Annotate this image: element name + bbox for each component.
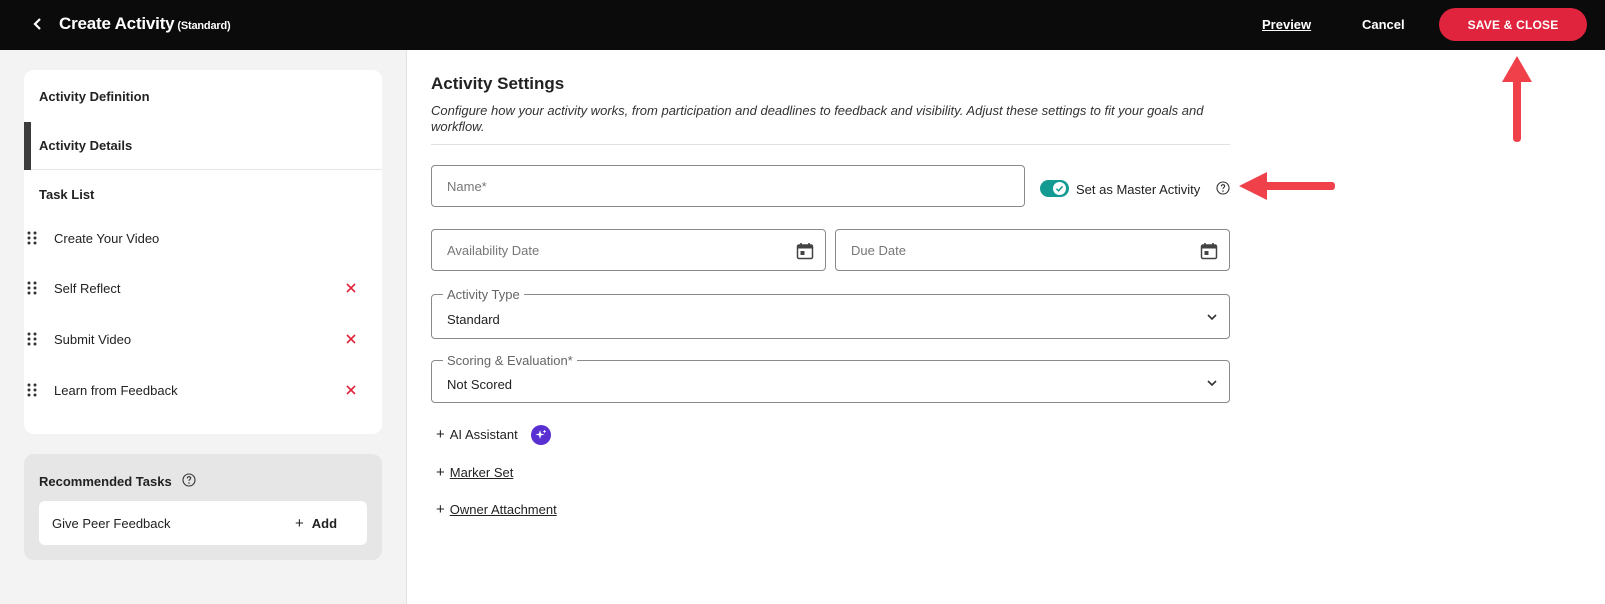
recommended-tasks-title: Recommended Tasks xyxy=(39,474,172,489)
close-icon[interactable] xyxy=(344,281,358,295)
nav-activity-definition-label: Activity Definition xyxy=(39,88,150,104)
save-and-close-button[interactable]: SAVE & CLOSE xyxy=(1439,8,1587,41)
recommended-task-item: Give Peer Feedback + Add xyxy=(39,501,367,545)
chevron-down-icon xyxy=(1207,314,1217,321)
name-placeholder: Name* xyxy=(447,179,487,194)
task-item-submit-video[interactable]: Submit Video xyxy=(24,319,382,359)
plus-icon: + xyxy=(436,464,445,481)
add-marker-set-link[interactable]: + Marker Set xyxy=(436,464,513,481)
task-item-learn-from-feedback[interactable]: Learn from Feedback xyxy=(24,370,382,410)
top-bar: Create Activity (Standard) Preview Cancel… xyxy=(0,0,1605,50)
chevron-left-icon xyxy=(33,18,41,30)
nav-activity-details-label: Activity Details xyxy=(39,138,133,153)
task-label: Learn from Feedback xyxy=(54,382,178,398)
page-title-text: Create Activity xyxy=(59,14,175,33)
sparkle-glyph xyxy=(535,429,547,439)
help-circle-icon[interactable] xyxy=(182,473,196,487)
annotation-arrow-up xyxy=(1502,56,1532,142)
name-field[interactable]: Name* xyxy=(431,165,1025,207)
activity-nav-card: Activity Definition Activity Details Tas… xyxy=(24,70,382,434)
active-indicator xyxy=(24,122,31,170)
due-date-placeholder: Due Date xyxy=(851,243,906,258)
scoring-evaluation-value: Not Scored xyxy=(447,377,513,392)
cancel-button[interactable]: Cancel xyxy=(1362,17,1405,32)
due-date-field[interactable]: Due Date xyxy=(835,229,1230,271)
plus-icon: + xyxy=(436,426,445,443)
owner-attachment-label: Owner Attachment xyxy=(449,502,557,517)
annotation-arrow-left xyxy=(1239,172,1335,200)
task-label: Self Reflect xyxy=(54,280,121,296)
activity-type-value: Standard xyxy=(447,312,500,327)
activity-type-select[interactable]: Activity Type Standard xyxy=(431,287,1230,339)
ai-assistant-label: AI Assistant xyxy=(449,427,518,442)
back-button[interactable] xyxy=(28,13,48,35)
add-recommended-task-button[interactable]: + Add xyxy=(295,515,337,532)
sidebar: Activity Definition Activity Details Tas… xyxy=(0,50,407,604)
drag-handle-icon[interactable] xyxy=(27,231,37,245)
plus-icon: + xyxy=(295,515,304,532)
add-button-label: Add xyxy=(311,516,338,531)
scoring-evaluation-select[interactable]: Scoring & Evaluation* Not Scored xyxy=(431,353,1230,403)
toggle-knob xyxy=(1053,182,1066,195)
activity-type-legend: Activity Type xyxy=(443,287,524,302)
calendar-icon[interactable] xyxy=(795,241,815,261)
close-icon[interactable] xyxy=(344,332,358,346)
drag-handle-icon[interactable] xyxy=(27,332,37,346)
availability-date-field[interactable]: Availability Date xyxy=(431,229,826,271)
section-description: Configure how your activity works, from … xyxy=(431,103,1204,134)
page-title: Create Activity (Standard) xyxy=(59,14,231,34)
task-item-self-reflect[interactable]: Self Reflect xyxy=(24,268,382,308)
add-owner-attachment-link[interactable]: + Owner Attachment xyxy=(436,501,557,518)
drag-handle-icon[interactable] xyxy=(27,281,37,295)
marker-set-label: Marker Set xyxy=(449,465,514,480)
sparkle-icon xyxy=(531,425,551,445)
preview-link[interactable]: Preview xyxy=(1262,17,1311,32)
scoring-evaluation-legend: Scoring & Evaluation* xyxy=(443,353,577,368)
recommended-tasks-card: Recommended Tasks Give Peer Feedback + A… xyxy=(24,454,382,560)
task-list-heading: Task List xyxy=(24,174,382,214)
nav-activity-definition[interactable]: Activity Definition xyxy=(24,70,382,122)
page-title-subtitle: (Standard) xyxy=(177,20,231,32)
section-title: Activity Settings xyxy=(431,74,565,93)
check-icon xyxy=(1055,185,1064,192)
master-activity-toggle[interactable] xyxy=(1040,180,1069,197)
plus-icon: + xyxy=(436,501,445,518)
help-circle-icon[interactable] xyxy=(1216,181,1230,195)
divider xyxy=(431,144,1230,145)
add-ai-assistant-link[interactable]: + AI Assistant xyxy=(436,426,518,443)
task-item-create-your-video[interactable]: Create Your Video xyxy=(24,218,382,258)
master-activity-label: Set as Master Activity xyxy=(1076,182,1201,197)
close-icon[interactable] xyxy=(344,383,358,397)
task-list-heading-label: Task List xyxy=(39,186,95,202)
task-label: Create Your Video xyxy=(54,230,160,246)
calendar-icon[interactable] xyxy=(1199,241,1219,261)
chevron-down-icon xyxy=(1207,380,1217,387)
nav-activity-details[interactable]: Activity Details xyxy=(24,122,382,170)
availability-date-placeholder: Availability Date xyxy=(447,243,540,258)
drag-handle-icon[interactable] xyxy=(27,383,37,397)
recommended-task-label: Give Peer Feedback xyxy=(52,516,171,531)
task-label: Submit Video xyxy=(54,331,132,347)
